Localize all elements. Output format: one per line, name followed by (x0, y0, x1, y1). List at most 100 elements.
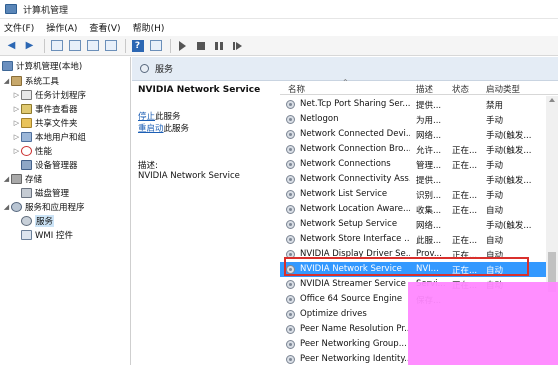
table-row[interactable]: Peer Name Resolution Pr... (280, 322, 550, 337)
table-row[interactable]: Network Connections 管理... 正在... 手动 (280, 157, 550, 172)
table-row[interactable]: Office 64 Source Engine 保存... (280, 292, 550, 307)
gear-icon (286, 235, 295, 244)
users-icon (21, 132, 32, 142)
column-status[interactable]: 状态 (452, 83, 469, 95)
toolbox-icon (11, 76, 22, 86)
toolbar: ◀ ▶ ? (0, 36, 558, 56)
export-icon[interactable] (103, 38, 118, 53)
play-icon[interactable] (175, 38, 190, 53)
scroll-thumb[interactable] (548, 252, 556, 292)
table-row[interactable]: Network Connected Devi... 网络... 手动(触发... (280, 127, 550, 142)
restart-service-link[interactable]: 重启动 (138, 124, 164, 134)
service-description-cell: 网络... (416, 221, 442, 231)
tree-item-storage[interactable]: ◢ 存储 (2, 172, 42, 186)
menu-action[interactable]: 操作(A) (46, 21, 77, 34)
tree-label: 性能 (35, 147, 53, 157)
gear-icon (286, 295, 295, 304)
column-description[interactable]: 描述 (416, 83, 433, 95)
service-description-cell: 允许... (416, 146, 442, 156)
tree-item-shared-folders[interactable]: ▷ 共享文件夹 (12, 116, 78, 130)
gear-icon (286, 175, 295, 184)
table-row[interactable]: NVIDIA Network Service NVI... 正在... 自动 (280, 262, 550, 277)
forward-icon[interactable]: ▶ (22, 38, 37, 53)
service-name-cell: Netlogon (300, 114, 339, 124)
tree-label: 服务 (35, 215, 55, 227)
chevron-down-icon[interactable]: ◢ (2, 203, 11, 211)
service-description-cell: NVI... (416, 264, 439, 274)
menu-file[interactable]: 文件(F) (4, 21, 34, 34)
service-name-cell: Network Setup Service (300, 219, 398, 229)
service-description-cell: 提供... (416, 176, 442, 186)
table-row[interactable]: Optimize drives (280, 307, 550, 322)
chevron-right-icon[interactable]: ▷ (12, 105, 21, 113)
tree-label: 服务和应用程序 (25, 203, 85, 213)
service-description-cell: Servi... (416, 279, 446, 289)
clock-icon (21, 90, 32, 100)
stop-service-suffix: 此服务 (155, 112, 181, 122)
service-startup-cell: 手动(触发... (486, 131, 532, 141)
tree-item-task-scheduler[interactable]: ▷ 任务计划程序 (12, 88, 86, 102)
service-name-cell: Peer Networking Group... (300, 339, 407, 349)
tree-item-event-viewer[interactable]: ▷ 事件查看器 (12, 102, 78, 116)
table-row[interactable]: Peer Networking Group... (280, 337, 550, 352)
table-row[interactable]: NVIDIA Streamer Service Servi... 正在... 自动 (280, 277, 550, 292)
menu-view[interactable]: 查看(V) (89, 21, 120, 34)
menu-help[interactable]: 帮助(H) (133, 21, 165, 34)
tree-label: WMI 控件 (35, 231, 73, 241)
chevron-right-icon[interactable]: ▷ (12, 147, 21, 155)
table-row[interactable]: Netlogon 为用... 手动 (280, 112, 550, 127)
service-name-cell: Peer Name Resolution Pr... (300, 324, 410, 334)
up-icon[interactable] (49, 38, 64, 53)
service-description-cell: 此服... (416, 236, 442, 246)
table-row[interactable]: Network Setup Service 网络... 手动(触发... (280, 217, 550, 232)
scroll-up-icon[interactable] (549, 98, 555, 102)
service-status-cell: 正在... (452, 206, 478, 216)
refresh-icon[interactable] (85, 38, 100, 53)
column-startup-type[interactable]: 启动类型 (486, 83, 520, 95)
chevron-down-icon[interactable]: ◢ (2, 77, 11, 85)
restart-icon[interactable] (229, 38, 244, 53)
show-hide-icon[interactable] (148, 38, 163, 53)
pause-icon[interactable] (211, 38, 226, 53)
service-name-cell: Net.Tcp Port Sharing Ser... (300, 99, 410, 109)
service-name-cell: NVIDIA Network Service (300, 264, 402, 274)
tree-item-root[interactable]: 计算机管理(本地) (2, 59, 82, 73)
back-icon[interactable]: ◀ (4, 38, 19, 53)
column-name[interactable]: 名称 (288, 83, 305, 95)
stop-icon[interactable] (193, 38, 208, 53)
stop-service-link[interactable]: 停止 (138, 112, 155, 122)
gear-icon (286, 160, 295, 169)
tree-label: 设备管理器 (35, 161, 78, 171)
tree-item-device-manager[interactable]: 设备管理器 (21, 158, 78, 172)
folder-icon (21, 118, 32, 128)
table-row[interactable]: Peer Networking Identity... (280, 352, 550, 365)
tree-item-system-tools[interactable]: ◢ 系统工具 (2, 74, 59, 88)
service-name-cell: Network Location Aware... (300, 204, 410, 214)
chevron-right-icon[interactable]: ▷ (12, 133, 21, 141)
tree-item-local-users[interactable]: ▷ 本地用户和组 (12, 130, 86, 144)
table-row[interactable]: Net.Tcp Port Sharing Ser... 提供... 禁用 (280, 97, 550, 112)
service-status-cell: 正在... (452, 191, 478, 201)
chevron-down-icon[interactable]: ◢ (2, 175, 11, 183)
tree-item-services[interactable]: 服务 (21, 214, 55, 228)
vertical-scrollbar[interactable] (546, 96, 558, 365)
tree-item-services-apps[interactable]: ◢ 服务和应用程序 (2, 200, 85, 214)
properties-icon[interactable] (67, 38, 82, 53)
table-row[interactable]: Network Location Aware... 收集... 正在... 自动 (280, 202, 550, 217)
table-row[interactable]: NVIDIA Display Driver Se... Prov... 正在... 自… (280, 247, 550, 262)
service-status-cell: 正在... (452, 146, 478, 156)
table-row[interactable]: Network Connectivity Ass... 提供... 手动(触发... (280, 172, 550, 187)
chevron-right-icon[interactable]: ▷ (12, 119, 21, 127)
help-icon[interactable]: ? (130, 38, 145, 53)
tree-item-performance[interactable]: ▷ 性能 (12, 144, 52, 158)
table-row[interactable]: Network List Service 识别... 正在... 手动 (280, 187, 550, 202)
table-row[interactable]: Network Store Interface ... 此服... 正在... 自动 (280, 232, 550, 247)
table-row[interactable]: Network Connection Bro... 允许... 正在... 手动(触发… (280, 142, 550, 157)
service-name-cell: NVIDIA Streamer Service (300, 279, 406, 289)
services-table: ⌃ 名称 描述 状态 启动类型 Net.Tcp Port Sharing Ser… (280, 78, 558, 365)
tree-item-disk-management[interactable]: 磁盘管理 (21, 186, 69, 200)
tree-label: 共享文件夹 (35, 119, 78, 129)
tree-item-wmi[interactable]: WMI 控件 (21, 228, 73, 242)
chevron-right-icon[interactable]: ▷ (12, 91, 21, 99)
gear-icon (286, 325, 295, 334)
